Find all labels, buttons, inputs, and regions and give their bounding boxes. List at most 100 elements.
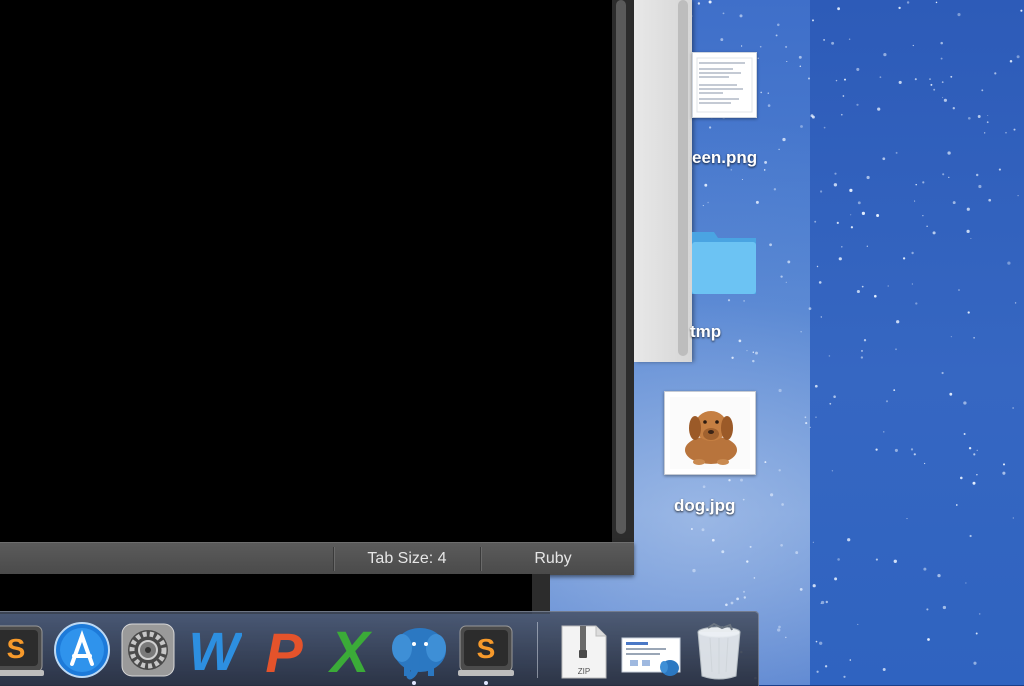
star bbox=[875, 448, 878, 451]
star bbox=[940, 57, 943, 60]
star bbox=[1014, 302, 1017, 304]
star bbox=[722, 12, 725, 15]
star bbox=[780, 275, 783, 278]
star bbox=[720, 38, 724, 42]
star bbox=[952, 201, 956, 205]
star bbox=[883, 52, 887, 57]
star bbox=[834, 577, 838, 581]
star bbox=[815, 416, 817, 418]
screenshot-thumbnail[interactable] bbox=[692, 52, 757, 118]
star bbox=[811, 19, 815, 22]
editor-scroll-thumb[interactable] bbox=[616, 0, 626, 534]
star bbox=[965, 582, 967, 584]
background-window-scrollbar bbox=[532, 574, 550, 614]
side-panel-scrollbar[interactable] bbox=[678, 0, 688, 356]
side-panel-window[interactable] bbox=[634, 0, 692, 362]
star bbox=[942, 97, 944, 99]
star bbox=[755, 200, 759, 204]
star bbox=[970, 237, 972, 240]
star bbox=[933, 88, 936, 91]
star bbox=[742, 590, 746, 593]
star bbox=[785, 281, 787, 283]
star bbox=[914, 200, 916, 202]
star bbox=[752, 351, 755, 354]
star bbox=[1016, 55, 1020, 59]
star bbox=[1020, 9, 1023, 12]
dock-app-app-store[interactable] bbox=[54, 620, 110, 680]
star bbox=[948, 176, 950, 179]
editor-status-bar: Tab Size: 4 Ruby bbox=[0, 542, 634, 575]
star bbox=[1012, 517, 1014, 519]
dock-app-word[interactable]: W bbox=[186, 620, 244, 682]
editor-text-area[interactable] bbox=[0, 0, 612, 542]
star bbox=[701, 528, 705, 532]
star bbox=[927, 638, 930, 641]
star bbox=[764, 461, 767, 464]
folder-icon[interactable] bbox=[692, 228, 756, 294]
star bbox=[902, 257, 906, 260]
star bbox=[969, 534, 972, 538]
dock-app-sublime-text[interactable]: S bbox=[0, 620, 44, 680]
dock-app-postgres[interactable] bbox=[388, 620, 450, 680]
dock-app-system-preferences[interactable] bbox=[120, 620, 176, 680]
app-store-icon bbox=[54, 622, 110, 678]
dock-stack-downloads[interactable]: ZIP bbox=[556, 620, 612, 680]
star bbox=[1013, 128, 1016, 131]
star bbox=[804, 416, 807, 419]
star bbox=[875, 558, 878, 561]
gear-icon bbox=[121, 623, 175, 677]
star bbox=[923, 567, 927, 571]
dock-app-sublime-text-2[interactable]: S bbox=[458, 620, 514, 680]
star bbox=[823, 126, 826, 129]
star bbox=[814, 384, 818, 388]
star bbox=[861, 285, 864, 288]
star bbox=[777, 23, 780, 27]
star bbox=[778, 148, 780, 151]
star bbox=[841, 246, 843, 248]
star bbox=[743, 300, 745, 302]
desktop-icon-label[interactable]: een.png bbox=[692, 148, 757, 168]
desktop-icon-label[interactable]: dog.jpg bbox=[674, 496, 735, 516]
dock-stack-documents[interactable] bbox=[620, 620, 684, 680]
star bbox=[942, 605, 947, 610]
star bbox=[893, 389, 896, 391]
dock-trash[interactable] bbox=[692, 620, 748, 680]
svg-text:P: P bbox=[265, 621, 303, 680]
star bbox=[704, 183, 708, 187]
star bbox=[957, 13, 961, 17]
star bbox=[749, 545, 752, 548]
star bbox=[943, 98, 947, 102]
star bbox=[833, 395, 836, 398]
star bbox=[785, 636, 787, 639]
star bbox=[906, 518, 908, 520]
star bbox=[941, 81, 944, 83]
star bbox=[807, 77, 811, 80]
star bbox=[1007, 261, 1011, 265]
star bbox=[849, 659, 852, 661]
star bbox=[755, 351, 758, 355]
svg-text:S: S bbox=[7, 633, 26, 664]
star bbox=[767, 104, 771, 107]
star bbox=[856, 103, 859, 106]
star bbox=[757, 57, 759, 59]
tab-size-selector[interactable]: Tab Size: 4 bbox=[334, 543, 480, 575]
star bbox=[814, 220, 817, 223]
star bbox=[941, 371, 944, 375]
star bbox=[711, 538, 715, 542]
document-stack-icon bbox=[621, 637, 681, 676]
powerpoint-icon: P bbox=[265, 621, 303, 684]
star bbox=[786, 60, 788, 63]
star bbox=[702, 485, 706, 489]
syntax-selector[interactable]: Ruby bbox=[481, 543, 625, 575]
editor-window[interactable]: Tab Size: 4 Ruby bbox=[0, 0, 634, 575]
editor-vertical-scrollbar[interactable] bbox=[612, 0, 634, 542]
star bbox=[973, 337, 975, 339]
dog-photo-thumbnail[interactable] bbox=[664, 391, 756, 475]
desktop-icon-label[interactable]: tmp bbox=[690, 322, 721, 342]
dock-app-excel[interactable]: X bbox=[322, 620, 378, 685]
star bbox=[911, 251, 914, 255]
star bbox=[973, 453, 976, 456]
star bbox=[764, 160, 768, 164]
dock-app-powerpoint[interactable]: P bbox=[256, 620, 312, 684]
star bbox=[778, 469, 781, 472]
